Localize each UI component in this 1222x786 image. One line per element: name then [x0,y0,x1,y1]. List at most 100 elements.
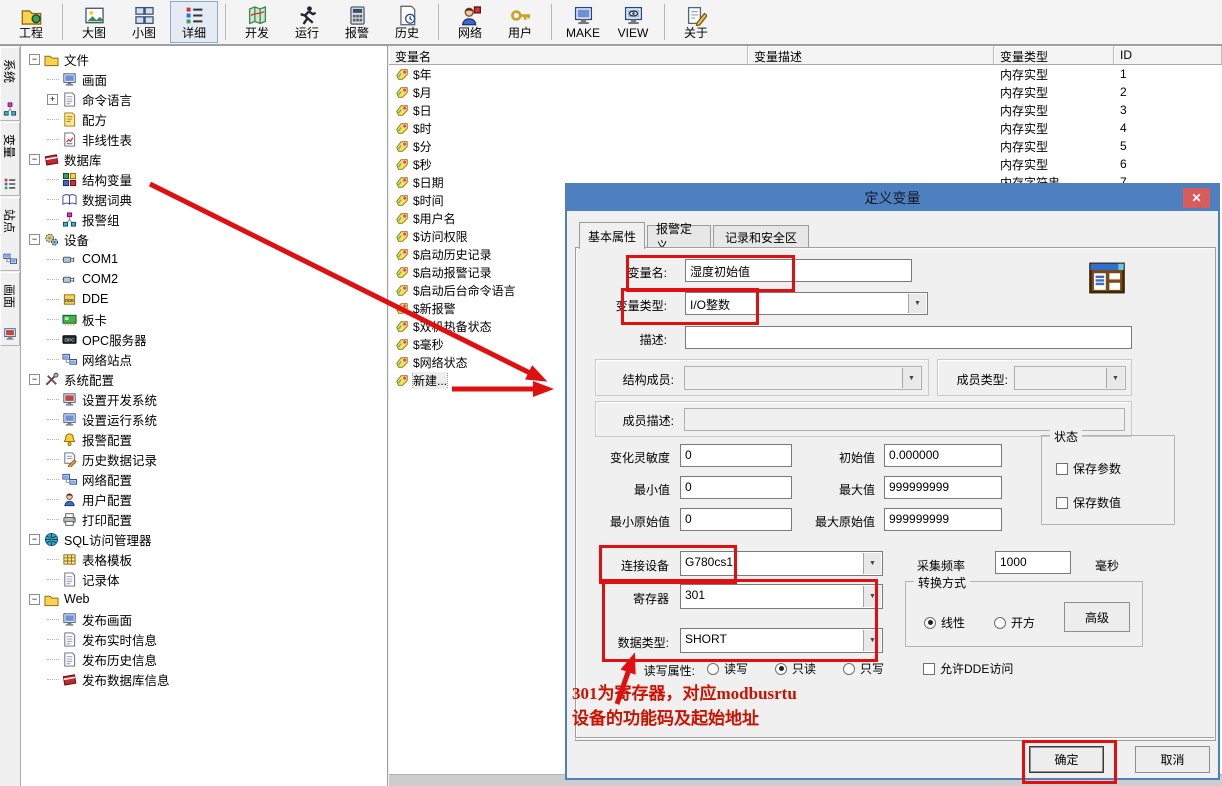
var-name-input[interactable]: 湿度初始值 [685,259,912,282]
min-raw-input[interactable]: 0 [680,508,792,531]
tree-item-opc-server[interactable]: OPCOPC服务器 [21,329,387,349]
tree-item-data-dictionary[interactable]: 数据词典 [21,189,387,209]
tree-item-dev-system-setting[interactable]: 设置开发系统 [21,389,387,409]
tree-item-database[interactable]: −数据库 [21,149,387,169]
tree-item-command-language[interactable]: +命令语言 [21,89,387,109]
max-raw-input[interactable]: 999999999 [884,508,1002,531]
toolbar-button-develop[interactable]: 开发 [233,1,281,43]
sqrt-radio[interactable]: 开方 [994,614,1035,631]
workspace-tab-screen[interactable]: 画面 [0,272,20,346]
tree-item-publish-realtime[interactable]: 发布实时信息 [21,629,387,649]
variable-tag-icon [395,229,409,243]
variable-browse-icon[interactable] [1085,259,1129,300]
column-header-name[interactable]: 变量名 [389,46,748,65]
tree-item-nonlinear-table[interactable]: 非线性表 [21,129,387,149]
tree-item-publish-screen[interactable]: 发布画面 [21,609,387,629]
column-header-type[interactable]: 变量类型 [994,46,1114,65]
datatype-select[interactable]: SHORT▼ [680,628,883,653]
toolbar-button-alarm[interactable]: 报警 [333,1,381,43]
column-header-description[interactable]: 变量描述 [748,46,994,65]
freq-input[interactable]: 1000 [995,551,1071,574]
tree-item-struct-variable[interactable]: 结构变量 [21,169,387,189]
toolbar-button-make[interactable]: MAKE [559,1,607,43]
tree-item-com1[interactable]: COM1 [21,249,387,269]
close-icon[interactable]: ✕ [1183,188,1210,208]
tab-alarm-definition[interactable]: 报警定义 [647,225,711,248]
tree-item-recipe[interactable]: 配方 [21,109,387,129]
toolbar-button-about[interactable]: 关于 [672,1,720,43]
table-row[interactable]: $日内存实型3 [389,101,1222,119]
tree-item-run-system-setting[interactable]: 设置运行系统 [21,409,387,429]
toolbar-button-run[interactable]: 运行 [283,1,331,43]
collapse-icon[interactable]: − [29,154,40,165]
chevron-down-icon[interactable]: ▼ [863,586,881,607]
tree-item-system-config[interactable]: −系统配置 [21,369,387,389]
tree-item-print-config[interactable]: 打印配置 [21,509,387,529]
tree-item-publish-database[interactable]: 发布数据库信息 [21,669,387,689]
advanced-button[interactable]: 高级 [1064,602,1130,632]
description-input[interactable] [685,326,1132,349]
tree-item-alarm-config[interactable]: 报警配置 [21,429,387,449]
ok-button[interactable]: 确定 [1029,746,1104,773]
save-values-checkbox[interactable]: 保存数值 [1056,494,1121,511]
chevron-down-icon[interactable]: ▼ [908,294,926,313]
tree-item-network-station[interactable]: 网络站点 [21,349,387,369]
table-row[interactable]: $月内存实型2 [389,83,1222,101]
tree-item-publish-history[interactable]: 发布历史信息 [21,649,387,669]
rw-readonly-radio[interactable]: 只读 [775,660,816,677]
table-row[interactable]: $分内存实型5 [389,137,1222,155]
chevron-down-icon[interactable]: ▼ [863,553,881,574]
collapse-icon[interactable]: − [29,594,40,605]
tree-item-com2[interactable]: COM2 [21,269,387,289]
tab-record-security[interactable]: 记录和安全区 [713,225,809,248]
toolbar-button-large-icons[interactable]: 大图 [70,1,118,43]
collapse-icon[interactable]: − [29,234,40,245]
register-select[interactable]: 301▼ [680,584,883,609]
tree-item-web[interactable]: −Web [21,589,387,609]
table-row[interactable]: $秒内存实型6 [389,155,1222,173]
rw-readwrite-radio[interactable]: 读写 [707,660,748,677]
toolbar-button-view[interactable]: VIEW [609,1,657,43]
rw-writeonly-radio[interactable]: 只写 [843,660,884,677]
tree-item-record-body[interactable]: 记录体 [21,569,387,589]
column-header-id[interactable]: ID [1114,46,1222,65]
expand-icon[interactable]: + [47,94,58,105]
initial-value-input[interactable]: 0.000000 [884,444,1002,467]
collapse-icon[interactable]: − [29,54,40,65]
tree-item-history-record[interactable]: 历史数据记录 [21,449,387,469]
tree-item-sql-manager[interactable]: −SQL访问管理器 [21,529,387,549]
tree-item-devices[interactable]: −设备 [21,229,387,249]
workspace-tab-variable[interactable]: 变量 [0,122,20,196]
toolbar-button-small-icons[interactable]: 小图 [120,1,168,43]
tree-item-user-config[interactable]: 用户配置 [21,489,387,509]
save-params-checkbox[interactable]: 保存参数 [1056,460,1121,477]
tree-item-dde[interactable]: DDEDDE [21,289,387,309]
tree-item-files[interactable]: −文件 [21,49,387,69]
toolbar-button-history[interactable]: 历史 [383,1,431,43]
tree-item-screens[interactable]: 画面 [21,69,387,89]
chevron-down-icon[interactable]: ▼ [863,630,881,651]
min-value-input[interactable]: 0 [680,476,792,499]
workspace-tab-station[interactable]: 站点 [0,197,20,271]
cancel-button[interactable]: 取消 [1135,746,1210,773]
sensitivity-input[interactable]: 0 [680,444,792,467]
tree-item-board[interactable]: 板卡 [21,309,387,329]
tab-basic-properties[interactable]: 基本属性 [579,222,645,249]
collapse-icon[interactable]: − [29,374,40,385]
toolbar-button-user[interactable]: 用户 [496,1,544,43]
workspace-tab-system[interactable]: 系统 [0,47,20,121]
toolbar-button-project[interactable]: 工程 [7,1,55,43]
toolbar-button-network[interactable]: 网络 [446,1,494,43]
device-select[interactable]: G780cs1▼ [680,551,883,576]
toolbar-button-details[interactable]: 详细 [170,1,218,43]
table-row[interactable]: $时内存实型4 [389,119,1222,137]
tree-item-network-config[interactable]: 网络配置 [21,469,387,489]
linear-radio[interactable]: 线性 [924,614,965,631]
tree-item-table-template[interactable]: 表格模板 [21,549,387,569]
collapse-icon[interactable]: − [29,534,40,545]
var-type-select[interactable]: I/O整数▼ [685,292,928,315]
table-row[interactable]: $年内存实型1 [389,65,1222,83]
tree-item-alarm-group[interactable]: 报警组 [21,209,387,229]
allow-dde-checkbox[interactable]: 允许DDE访问 [923,660,1013,677]
max-value-input[interactable]: 999999999 [884,476,1002,499]
